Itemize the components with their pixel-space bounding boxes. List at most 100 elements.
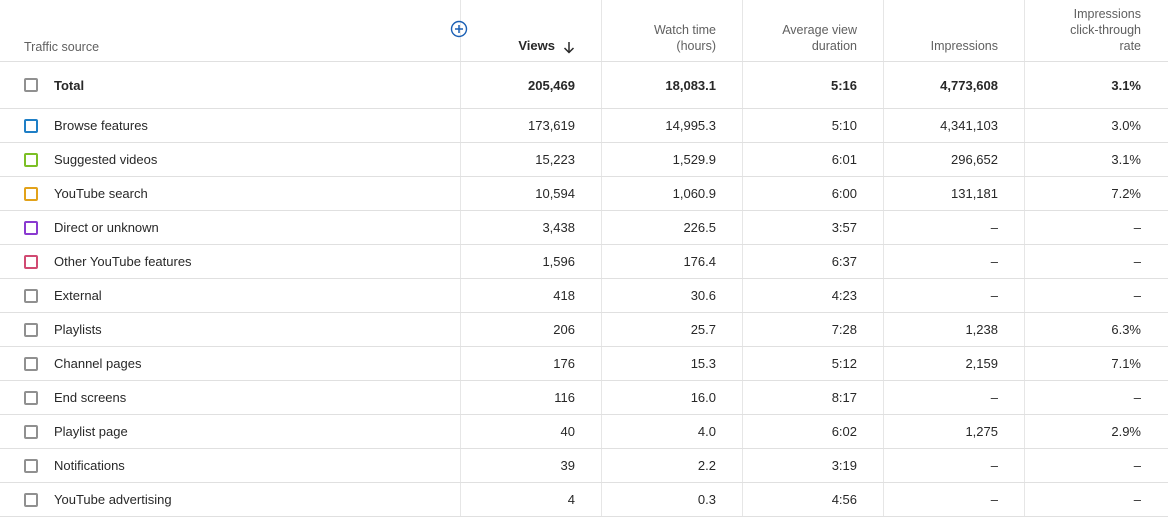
header-impressions[interactable]: Impressions <box>884 0 1025 61</box>
ctr-cell: – <box>1133 390 1141 405</box>
watch-time-cell: 0.3 <box>602 483 743 516</box>
ctr-cell: 7.2% <box>1111 186 1141 201</box>
total-views: 205,469 <box>461 62 602 108</box>
views-cell: 39 <box>461 449 602 482</box>
header-traffic-source[interactable]: Traffic source <box>0 0 468 61</box>
avg-duration-cell: 3:57 <box>743 211 884 244</box>
avg-duration-cell: 6:02 <box>743 415 884 448</box>
impressions-cell: 2,159 <box>884 347 1025 380</box>
header-ctr-line2: click-through <box>1070 23 1141 37</box>
header-avg-view-line2: duration <box>811 39 857 53</box>
watch-time-cell: 4.0 <box>602 415 743 448</box>
row-checkbox[interactable] <box>24 458 38 473</box>
avg-duration-cell: 3:19 <box>743 449 884 482</box>
header-watch-time[interactable]: Watch time (hours) <box>602 0 743 61</box>
total-checkbox[interactable] <box>24 78 38 92</box>
traffic-source-cell: End screens <box>0 381 461 414</box>
traffic-source-label: External <box>54 288 102 303</box>
avg-duration-cell: 6:37 <box>743 245 884 278</box>
watch-time-cell: 14,995.3 <box>602 109 743 142</box>
impressions-cell: – <box>884 381 1025 414</box>
row-checkbox[interactable] <box>24 492 38 507</box>
add-circle-icon[interactable] <box>450 20 468 38</box>
total-avg-duration: 5:16 <box>743 62 884 108</box>
traffic-source-cell: External <box>0 279 461 312</box>
avg-duration-cell: 6:00 <box>743 177 884 210</box>
impressions-cell: – <box>884 483 1025 516</box>
impressions-cell: 131,181 <box>884 177 1025 210</box>
views-cell: 173,619 <box>461 109 602 142</box>
traffic-source-table: Traffic source Views Watch time (hours) … <box>0 0 1168 517</box>
impressions-cell: 4,341,103 <box>884 109 1025 142</box>
avg-duration-cell: 5:12 <box>743 347 884 380</box>
traffic-source-label: Direct or unknown <box>54 220 159 235</box>
traffic-source-label: Browse features <box>54 118 148 133</box>
total-ctr: 3.1% <box>1111 77 1141 93</box>
row-checkbox[interactable] <box>24 322 38 337</box>
table-row: Notifications 39 2.2 3:19– – <box>0 449 1168 483</box>
row-checkbox[interactable] <box>24 356 38 371</box>
traffic-source-cell: Other YouTube features <box>0 245 461 278</box>
traffic-source-label: Channel pages <box>54 356 142 371</box>
views-cell: 40 <box>461 415 602 448</box>
avg-duration-cell: 8:17 <box>743 381 884 414</box>
views-cell: 4 <box>461 483 602 516</box>
views-cell: 206 <box>461 313 602 346</box>
traffic-source-label: Playlist page <box>54 424 128 439</box>
traffic-source-label: Suggested videos <box>54 152 158 167</box>
header-traffic-source-label: Traffic source <box>24 40 100 54</box>
impressions-cell: – <box>884 279 1025 312</box>
impressions-cell: 296,652 <box>884 143 1025 176</box>
ctr-cell: 3.1% <box>1111 152 1141 167</box>
row-checkbox[interactable] <box>24 220 38 235</box>
row-checkbox[interactable] <box>24 288 38 303</box>
table-header: Traffic source Views Watch time (hours) … <box>0 0 1168 62</box>
avg-duration-cell: 4:23 <box>743 279 884 312</box>
header-ctr-line1: Impressions <box>1073 7 1141 21</box>
traffic-source-label: YouTube search <box>54 186 148 201</box>
header-ctr-line3: rate <box>1119 39 1141 53</box>
ctr-cell: – <box>1133 254 1141 269</box>
header-avg-view-line1: Average view <box>782 23 857 37</box>
traffic-source-label: Other YouTube features <box>54 254 192 269</box>
views-cell: 15,223 <box>461 143 602 176</box>
header-avg-view-duration[interactable]: Average view duration <box>743 0 884 61</box>
table-row: Other YouTube features 1,596 176.4 6:37– – <box>0 245 1168 279</box>
impressions-cell: 1,238 <box>884 313 1025 346</box>
watch-time-cell: 176.4 <box>602 245 743 278</box>
table-row: Browse features 173,619 14,995.3 5:10 4,341,… <box>0 109 1168 143</box>
traffic-source-cell: Playlist page <box>0 415 461 448</box>
table-row: End screens 116 16.0 8:17– – <box>0 381 1168 415</box>
total-label: Total <box>54 77 85 93</box>
row-checkbox[interactable] <box>24 424 38 439</box>
traffic-source-cell: Suggested videos <box>0 143 461 176</box>
views-cell: 116 <box>461 381 602 414</box>
header-impressions-label: Impressions <box>930 39 998 53</box>
header-ctr[interactable]: Impressions click-through rate <box>1025 0 1167 61</box>
watch-time-cell: 226.5 <box>602 211 743 244</box>
views-cell: 10,594 <box>461 177 602 210</box>
table-row: YouTube search 10,594 1,060.9 6:00 131,181 7.… <box>0 177 1168 211</box>
views-cell: 1,596 <box>461 245 602 278</box>
row-checkbox[interactable] <box>24 152 38 167</box>
impressions-cell: – <box>884 449 1025 482</box>
header-watch-time-line2: (hours) <box>676 39 716 53</box>
traffic-source-label: Playlists <box>54 322 102 337</box>
header-watch-time-line1: Watch time <box>653 23 716 37</box>
ctr-cell: 6.3% <box>1111 322 1141 337</box>
row-checkbox[interactable] <box>24 390 38 405</box>
watch-time-cell: 1,060.9 <box>602 177 743 210</box>
ctr-cell: 7.1% <box>1111 356 1141 371</box>
watch-time-cell: 30.6 <box>602 279 743 312</box>
table-row: External 418 30.6 4:23– – <box>0 279 1168 313</box>
row-checkbox[interactable] <box>24 186 38 201</box>
watch-time-cell: 1,529.9 <box>602 143 743 176</box>
ctr-cell: – <box>1133 220 1141 235</box>
row-checkbox[interactable] <box>24 254 38 269</box>
traffic-source-cell: YouTube search <box>0 177 461 210</box>
row-checkbox[interactable] <box>24 118 38 133</box>
ctr-cell: – <box>1133 288 1141 303</box>
arrow-down-icon[interactable] <box>563 41 575 54</box>
traffic-source-cell: Channel pages <box>0 347 461 380</box>
header-views[interactable]: Views <box>461 0 602 61</box>
